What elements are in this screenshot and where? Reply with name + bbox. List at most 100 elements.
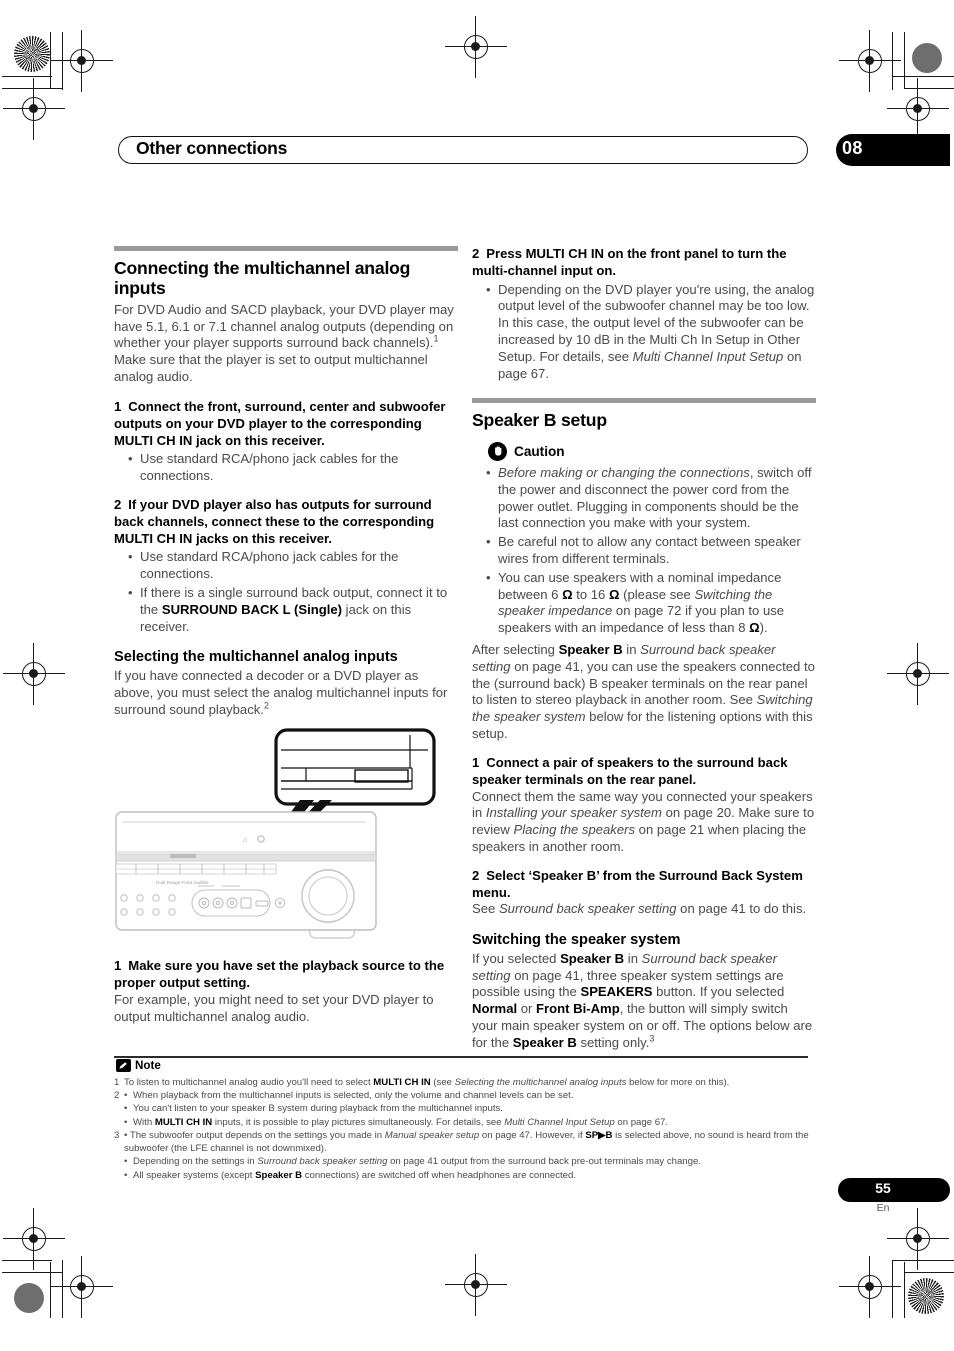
list-item: Be careful not to allow any contact betw… bbox=[486, 534, 816, 568]
note-label: Note bbox=[135, 1059, 161, 1072]
list-item: You can't listen to your speaker B syste… bbox=[124, 1102, 814, 1115]
step-1-after-illustration: 1 Make sure you have set the playback sou… bbox=[114, 958, 458, 992]
footnote-ref-1: 1 bbox=[433, 334, 439, 345]
step-2-bullets: Depending on the DVD player you're using… bbox=[472, 282, 816, 383]
footnote-text-run: Depending on the settings in bbox=[133, 1156, 258, 1168]
caution-header: Caution bbox=[488, 441, 816, 461]
receiver-front-panel-illustration: Dual Range Front Audible ♫ bbox=[114, 728, 458, 946]
right-column: 2 Press MULTI CH IN on the front panel to… bbox=[472, 246, 816, 1052]
text-a: See bbox=[472, 901, 499, 917]
footnote-text-run: on page 67. bbox=[614, 1116, 669, 1128]
footnote-text-run: Speaker B bbox=[255, 1169, 303, 1181]
crop-line bbox=[892, 1260, 893, 1318]
registration-mark-bottom-mid bbox=[445, 1254, 507, 1316]
footnote-number: 1 bbox=[114, 1077, 120, 1088]
list-item: Before making or changing the connection… bbox=[486, 465, 816, 532]
step-text: Make sure you have set the playback sour… bbox=[114, 958, 445, 991]
step-2-multi-ch-in: 2 Press MULTI CH IN on the front panel to… bbox=[472, 246, 816, 280]
bullet-text-bold: SURROUND BACK L (Single) bbox=[161, 601, 343, 617]
step-1-connect-speakers: 1 Connect a pair of speakers to the surro… bbox=[472, 755, 816, 789]
footnote-item: 3 • The subwoofer output depends on the s… bbox=[114, 1129, 814, 1182]
text-bold-4: Front Bi-Amp bbox=[536, 1001, 620, 1017]
illustration-caption: Dual Range Front Audible bbox=[156, 880, 209, 885]
chapter-title: Other connections bbox=[136, 138, 288, 158]
step-1-bullets: Use standard RCA/phono jack cables for t… bbox=[114, 451, 458, 485]
footnote-body: When playback from the multichannel inpu… bbox=[124, 1089, 814, 1129]
footnote-text-run: inputs, it is possible to play pictures … bbox=[212, 1116, 505, 1128]
text-d: button. If you selected bbox=[652, 984, 785, 1000]
step-text: Press MULTI CH IN on the front panel to … bbox=[472, 246, 787, 278]
caution-text-e: ). bbox=[759, 620, 768, 636]
crop-line bbox=[904, 1272, 954, 1273]
crop-line bbox=[892, 32, 893, 90]
footnote-text-run: connections) are switched off when headp… bbox=[302, 1169, 577, 1181]
ohm-symbol: Ω bbox=[608, 586, 620, 602]
page-number: 55 bbox=[875, 1180, 891, 1196]
crop-line bbox=[904, 88, 954, 89]
registration-mark-bl-a bbox=[3, 1208, 65, 1270]
star-target-mark-br bbox=[908, 1278, 944, 1314]
footnote-sub-list: When playback from the multichannel inpu… bbox=[124, 1089, 814, 1129]
text-b: on page 41 to do this. bbox=[676, 901, 807, 917]
density-dot-mark-tr bbox=[912, 43, 942, 73]
step-number: 2 bbox=[472, 867, 480, 883]
footnote-body: • The subwoofer output depends on the se… bbox=[124, 1129, 814, 1182]
crop-line bbox=[62, 1260, 63, 1318]
section-title-connecting-multichannel: Connecting the multichannel analog input… bbox=[114, 258, 411, 299]
page-language: En bbox=[876, 1202, 890, 1214]
text-bold-3: Normal bbox=[472, 1001, 518, 1017]
registration-mark-tl-a bbox=[51, 30, 113, 92]
footnote-text-run: Surround back speaker setting bbox=[257, 1156, 388, 1168]
registration-mark-tr-b bbox=[887, 78, 949, 140]
text-bold-5: Speaker B bbox=[512, 1034, 577, 1050]
footnote-text-run: SP▶B bbox=[585, 1129, 613, 1141]
star-target-mark-tl bbox=[14, 36, 50, 72]
text-g: setting only. bbox=[576, 1034, 650, 1050]
registration-mark-top-mid bbox=[445, 16, 507, 78]
footnote-text-run: (see bbox=[430, 1077, 455, 1088]
text-bold: Speaker B bbox=[558, 642, 623, 658]
caution-text-b: to 16 bbox=[572, 586, 609, 602]
step-number: 1 bbox=[472, 754, 480, 770]
list-item: With MULTI CH IN inputs, it is possible … bbox=[124, 1116, 814, 1129]
footnote-ref-2: 2 bbox=[263, 700, 269, 711]
notes-divider bbox=[114, 1056, 808, 1059]
footnote-ref-3: 3 bbox=[649, 1033, 655, 1044]
footnote-text-run: All speaker systems (except bbox=[133, 1169, 256, 1181]
list-item: Use standard RCA/phono jack cables for t… bbox=[128, 451, 458, 485]
subsection-body: If you selected Speaker B in Surround ba… bbox=[472, 951, 816, 1052]
subsection-body: If you have connected a decoder or a DVD… bbox=[114, 668, 458, 718]
step-text: Connect a pair of speakers to the surrou… bbox=[472, 754, 788, 787]
crop-line bbox=[892, 76, 954, 77]
crop-line bbox=[904, 32, 905, 88]
step-2-body: See Surround back speaker setting on pag… bbox=[472, 901, 816, 918]
footnote-item: 2 When playback from the multichannel inp… bbox=[114, 1089, 814, 1129]
list-item: Depending on the DVD player you're using… bbox=[486, 282, 816, 383]
footnote-text-run: on page 41 output from the surround back… bbox=[387, 1156, 701, 1168]
step-2-select-speaker-b: 2 Select ‘Speaker B’ from the Surround Ba… bbox=[472, 868, 816, 902]
after-caution-paragraph: After selecting Speaker B in Surround ba… bbox=[472, 642, 816, 743]
density-dot-mark-bl bbox=[14, 1283, 44, 1313]
subsection-title-switching-speaker-system: Switching the speaker system bbox=[472, 932, 681, 949]
bullet-text-italic: Multi Channel Input Setup bbox=[632, 348, 784, 364]
footnote-text-run: With bbox=[133, 1116, 155, 1128]
text-italic-2: Placing the speakers bbox=[513, 822, 636, 838]
ohm-symbol: Ω bbox=[749, 620, 760, 636]
text-italic-1: Installing your speaker system bbox=[485, 805, 662, 821]
footnotes-list: 1 To listen to multichannel analog audio … bbox=[114, 1076, 814, 1182]
step-1-body: Connect them the same way you connected … bbox=[472, 789, 816, 856]
footnote-text-run: MULTI CH IN bbox=[154, 1116, 213, 1128]
step-number: 1 bbox=[114, 398, 122, 414]
list-item: All speaker systems (except Speaker B co… bbox=[124, 1169, 814, 1182]
step-number: 1 bbox=[114, 958, 122, 974]
step-1: 1 Connect the front, surround, center and… bbox=[114, 399, 458, 449]
list-item: When playback from the multichannel inpu… bbox=[124, 1089, 814, 1102]
registration-mark-br-b bbox=[839, 1256, 901, 1318]
footnote-lead: • The subwoofer output depends on the se… bbox=[124, 1129, 814, 1155]
note-pencil-icon bbox=[116, 1059, 131, 1072]
footnote-body: To listen to multichannel analog audio y… bbox=[124, 1076, 814, 1089]
footnote-text-run: Multi Channel Input Setup bbox=[504, 1116, 615, 1128]
crop-line bbox=[892, 1260, 954, 1261]
caution-text-c: (please see bbox=[619, 586, 695, 602]
step-1-after-illustration-body: For example, you might need to set your … bbox=[114, 992, 434, 1024]
